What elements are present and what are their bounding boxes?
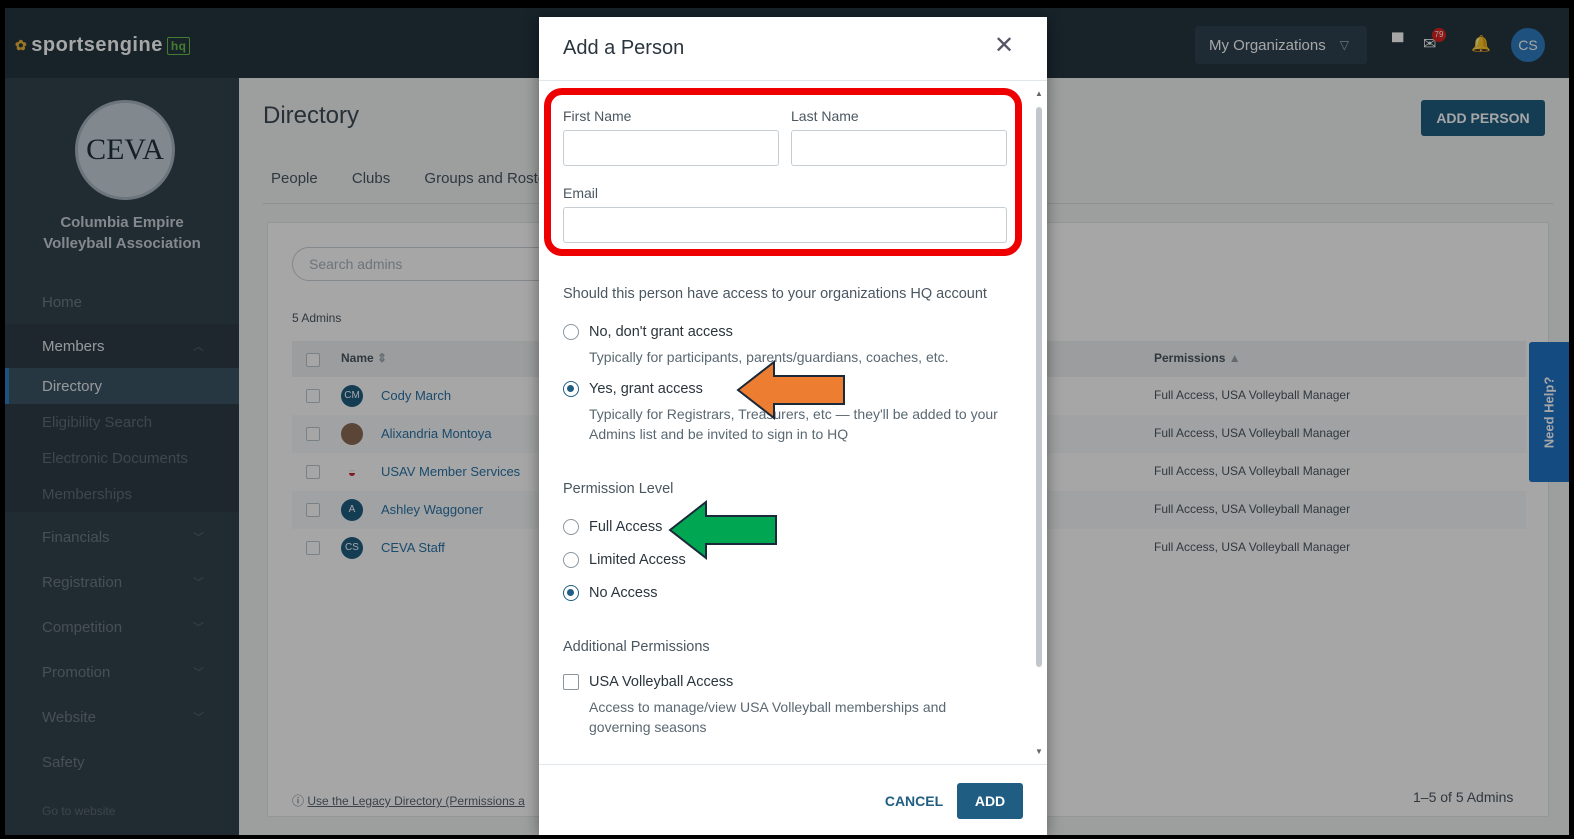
permission-level-label: Permission Level	[563, 481, 674, 497]
modal-scrollbar[interactable]: ▲ ▼	[1033, 87, 1045, 759]
no-access-radio[interactable]	[563, 324, 579, 340]
usav-access-help: Access to manage/view USA Volleyball mem…	[589, 699, 947, 735]
access-question: Should this person have access to your o…	[563, 286, 987, 302]
scrollbar-thumb[interactable]	[1036, 107, 1042, 667]
green-arrow-icon	[668, 500, 777, 560]
scroll-down-icon[interactable]: ▼	[1035, 747, 1043, 756]
orange-arrow-icon	[736, 360, 845, 420]
modal-title: Add a Person	[563, 37, 685, 59]
full-access-label[interactable]: Full Access	[589, 519, 662, 535]
add-button[interactable]: ADD	[957, 783, 1023, 819]
scroll-up-icon[interactable]: ▲	[1035, 89, 1043, 98]
yes-access-label[interactable]: Yes, grant access	[589, 381, 703, 397]
cancel-button[interactable]: CANCEL	[879, 783, 949, 819]
no-access-label[interactable]: No, don't grant access	[589, 324, 733, 340]
usav-access-checkbox[interactable]	[563, 674, 579, 690]
additional-permissions-label: Additional Permissions	[563, 639, 710, 655]
modal-header: Add a Person ✕	[539, 17, 1047, 81]
limited-access-radio[interactable]	[563, 552, 579, 568]
modal-footer: CANCEL ADD	[539, 764, 1047, 835]
no-access-level-radio[interactable]	[563, 585, 579, 601]
yes-access-radio[interactable]	[563, 381, 579, 397]
usav-access-label[interactable]: USA Volleyball Access	[589, 674, 733, 690]
full-access-radio[interactable]	[563, 519, 579, 535]
no-access-level-label[interactable]: No Access	[589, 585, 658, 601]
highlight-box	[544, 88, 1022, 256]
close-icon[interactable]: ✕	[989, 31, 1019, 61]
